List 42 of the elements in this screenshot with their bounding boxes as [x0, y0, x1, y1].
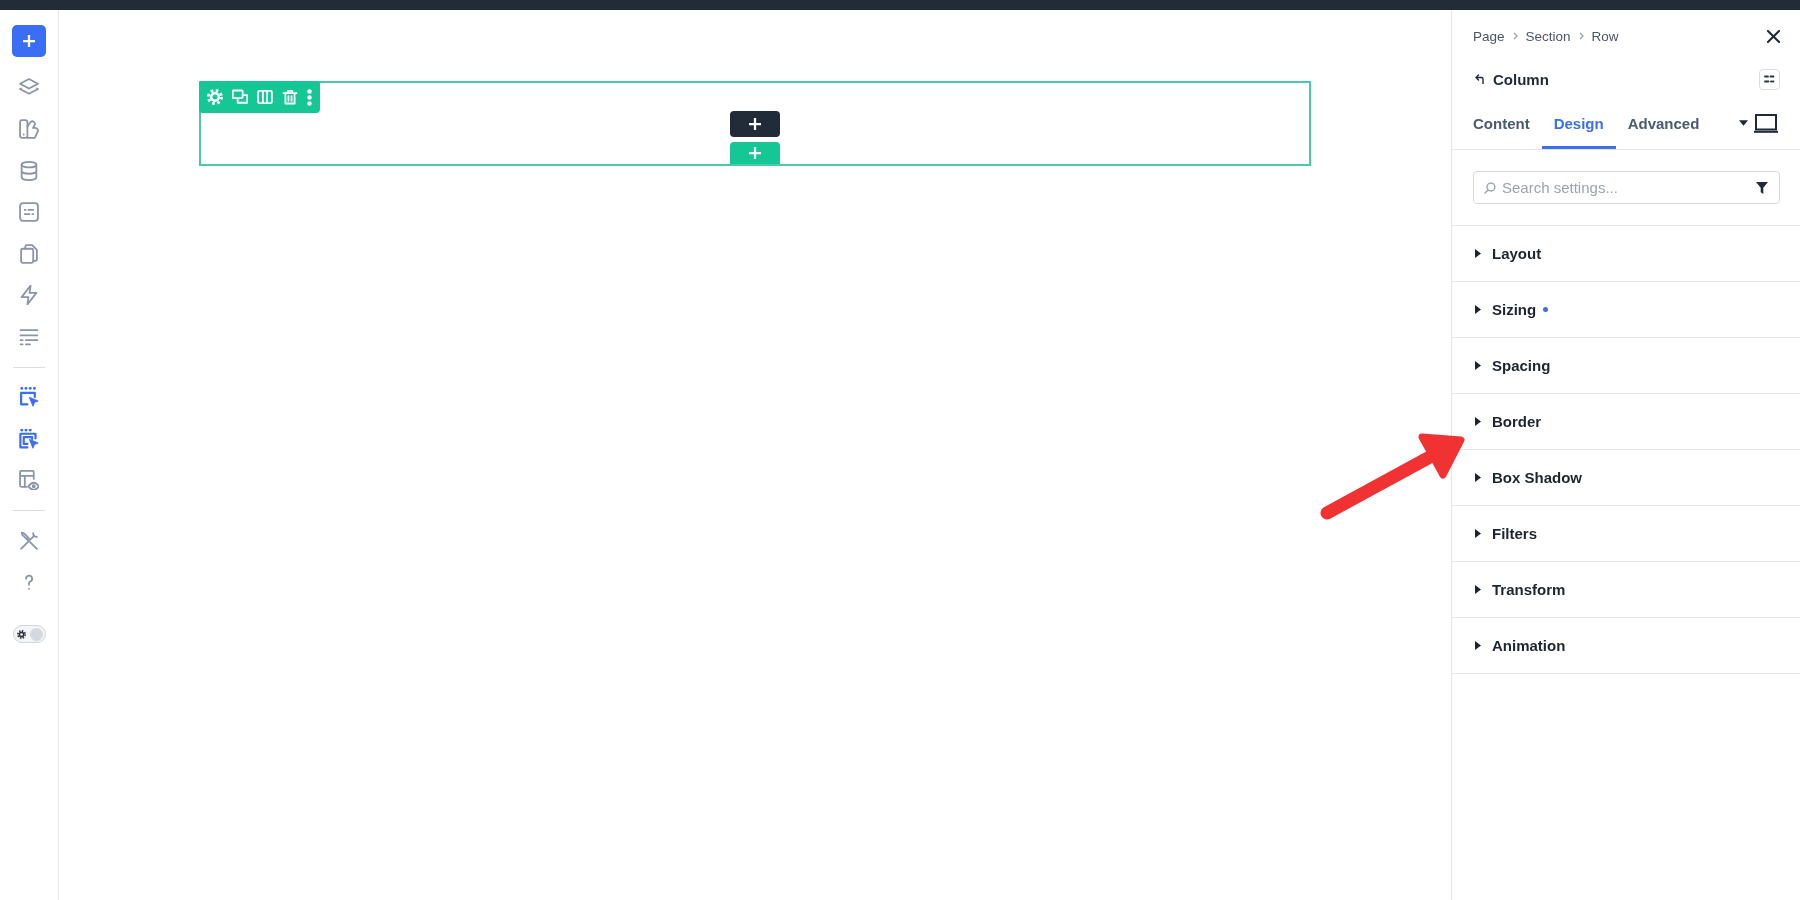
duplicate-icon[interactable] [232, 89, 248, 105]
breadcrumb-link[interactable]: Page [1473, 28, 1505, 44]
search-field[interactable]: Search settings... [1473, 171, 1780, 204]
chevron-icon [1512, 32, 1518, 40]
add-button[interactable] [12, 25, 46, 57]
back-arrow-icon[interactable] [1475, 74, 1484, 84]
search-icon [1484, 182, 1496, 194]
tab[interactable]: Design [1541, 97, 1616, 149]
tab[interactable]: Advanced [1615, 97, 1712, 149]
panel-title: Column [1493, 70, 1549, 88]
tab[interactable]: Content [1461, 97, 1542, 149]
settings-icon[interactable] [207, 89, 223, 105]
layout-eye-icon[interactable] [19, 470, 39, 491]
columns-icon[interactable] [257, 89, 273, 105]
more-icon[interactable] [307, 88, 312, 106]
shapes-icon[interactable] [19, 119, 39, 140]
caret-icon[interactable] [1739, 120, 1748, 126]
trash-icon[interactable] [282, 89, 298, 105]
gear-icon [16, 629, 26, 639]
copy-icon[interactable] [19, 243, 39, 264]
chevron-icon [1578, 32, 1584, 40]
plus-icon [749, 118, 761, 130]
form-icon[interactable] [19, 202, 39, 223]
layers-icon[interactable] [19, 77, 39, 98]
lightning-icon[interactable] [19, 285, 39, 306]
filter-icon[interactable] [1756, 182, 1768, 194]
breadcrumb-link[interactable]: Row [1591, 28, 1619, 44]
close-icon[interactable] [1767, 29, 1780, 43]
dashes-icon [1764, 75, 1775, 83]
theme-toggle[interactable] [12, 625, 46, 643]
plus-icon [749, 147, 761, 159]
desktop-icon[interactable] [1754, 113, 1778, 133]
database-icon[interactable] [19, 160, 39, 181]
options-button[interactable] [1759, 68, 1780, 90]
add-module-button[interactable] [730, 111, 780, 137]
lines-icon[interactable] [19, 326, 39, 347]
plus-icon [23, 35, 35, 47]
pointer-frame-icon[interactable] [19, 387, 39, 408]
add-row-button[interactable] [730, 142, 780, 164]
tools-icon[interactable] [19, 530, 39, 551]
pointer-frames-icon[interactable] [19, 428, 39, 449]
breadcrumb-link[interactable]: Section [1525, 28, 1571, 44]
